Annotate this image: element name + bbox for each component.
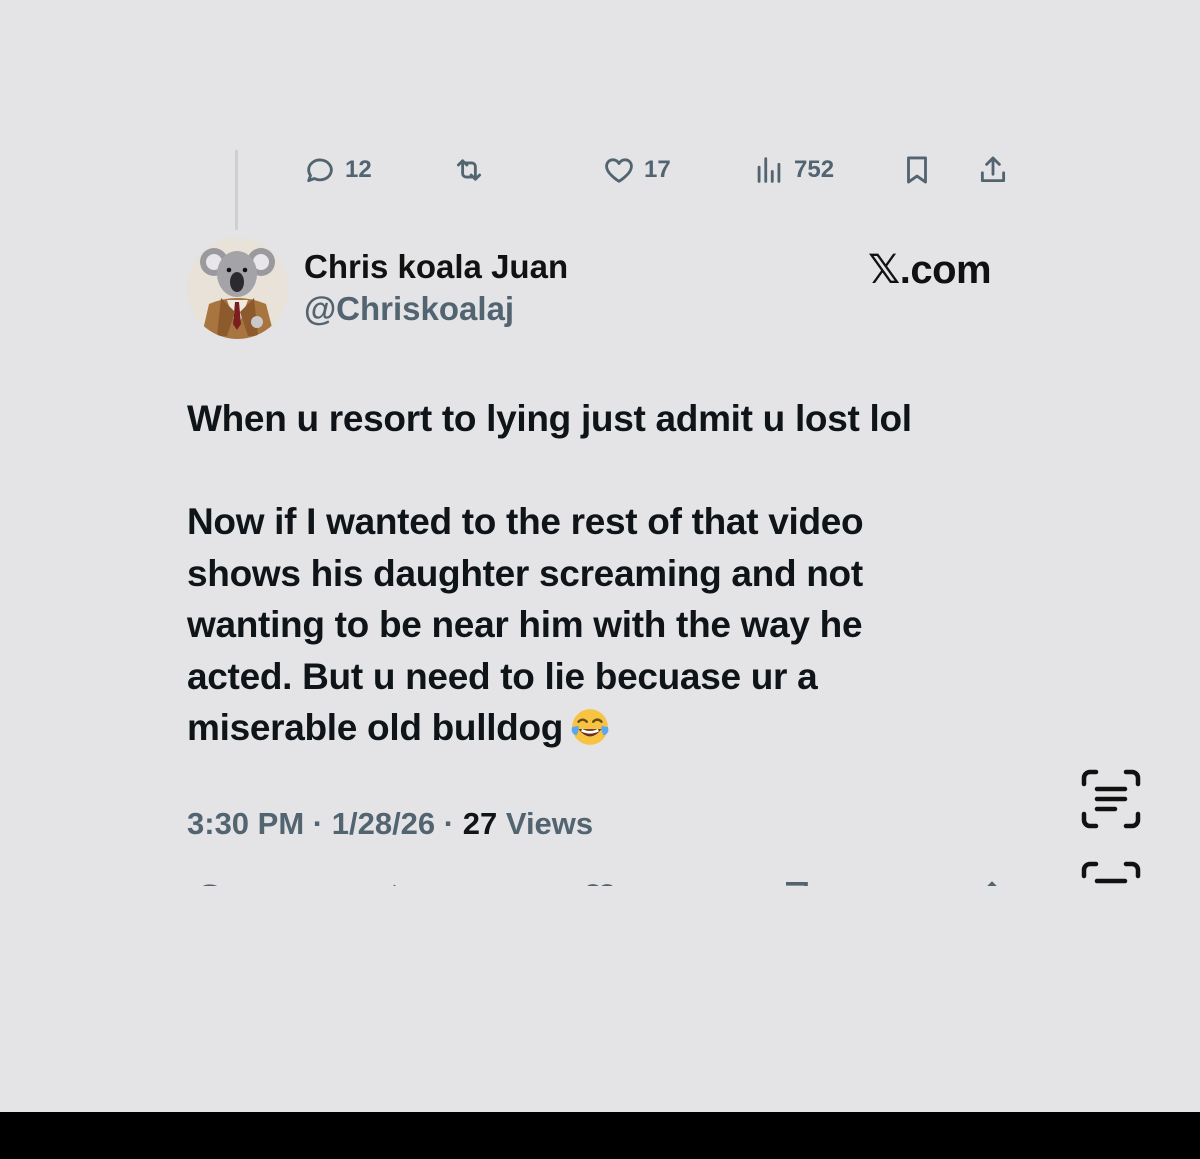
author-display-name[interactable]: Chris koala Juan (304, 248, 568, 286)
meta-separator: · (435, 806, 463, 841)
bookmark-icon (907, 156, 927, 184)
like-count: 17 (644, 156, 671, 183)
live-text-icon (1081, 861, 1141, 884)
author-handle[interactable]: @Chriskoalaj (304, 290, 514, 328)
live-text-button[interactable] (1080, 768, 1142, 830)
tweet-meta: 3:30 PM · 1/28/26 · 27 Views (187, 806, 593, 842)
reply-button[interactable]: 12 (303, 148, 372, 192)
live-text-button-secondary[interactable] (1080, 860, 1142, 886)
thread-connector-line (235, 150, 238, 230)
heart-icon (605, 158, 633, 183)
share-button[interactable] (976, 148, 1010, 192)
tweet-time[interactable]: 3:30 PM (187, 806, 304, 841)
tweet-views-count: 27 (462, 806, 498, 841)
bookmark-icon (786, 882, 808, 886)
tweet-paragraph-1: When u resort to lying just admit u lost… (187, 398, 912, 439)
tweet-paragraph-2-wrap: Now if I wanted to the rest of that vide… (187, 496, 977, 754)
tears-of-joy-emoji-icon (571, 709, 609, 745)
bottom-black-bar (0, 1112, 1200, 1159)
tweet-text: When u resort to lying just admit u lost… (187, 393, 977, 754)
heart-icon (587, 884, 613, 886)
share-icon (980, 156, 1006, 183)
share-icon (987, 881, 997, 886)
views-icon (757, 157, 781, 183)
screenshot-page: 12 17 752 Chris koala Juan @Chriskoalaj … (0, 0, 1200, 1159)
brand-domain: .com (899, 248, 992, 292)
like-button[interactable]: 17 (602, 148, 671, 192)
reply-icon (307, 158, 333, 183)
retweet-icon (456, 159, 482, 181)
bottom-action-row-cropped (170, 872, 1030, 886)
views-count-top: 752 (794, 156, 835, 183)
tweet-views-label: Views (497, 806, 594, 841)
koala-avatar-image (187, 238, 288, 339)
retweet-icon (393, 884, 396, 886)
brand-watermark: 𝕏.com (868, 247, 992, 293)
bookmark-button[interactable] (900, 148, 934, 192)
x-logo-icon: 𝕏 (868, 247, 900, 293)
meta-separator: · (304, 806, 332, 841)
reply-icon (202, 884, 218, 886)
tweet-date[interactable]: 1/28/26 (332, 806, 435, 841)
views-button[interactable]: 752 (752, 148, 834, 192)
reply-count: 12 (345, 156, 372, 183)
avatar[interactable] (187, 238, 288, 339)
retweet-button[interactable] (452, 148, 486, 192)
live-text-icon (1081, 769, 1141, 829)
tweet-paragraph-2: Now if I wanted to the rest of that vide… (187, 501, 864, 748)
